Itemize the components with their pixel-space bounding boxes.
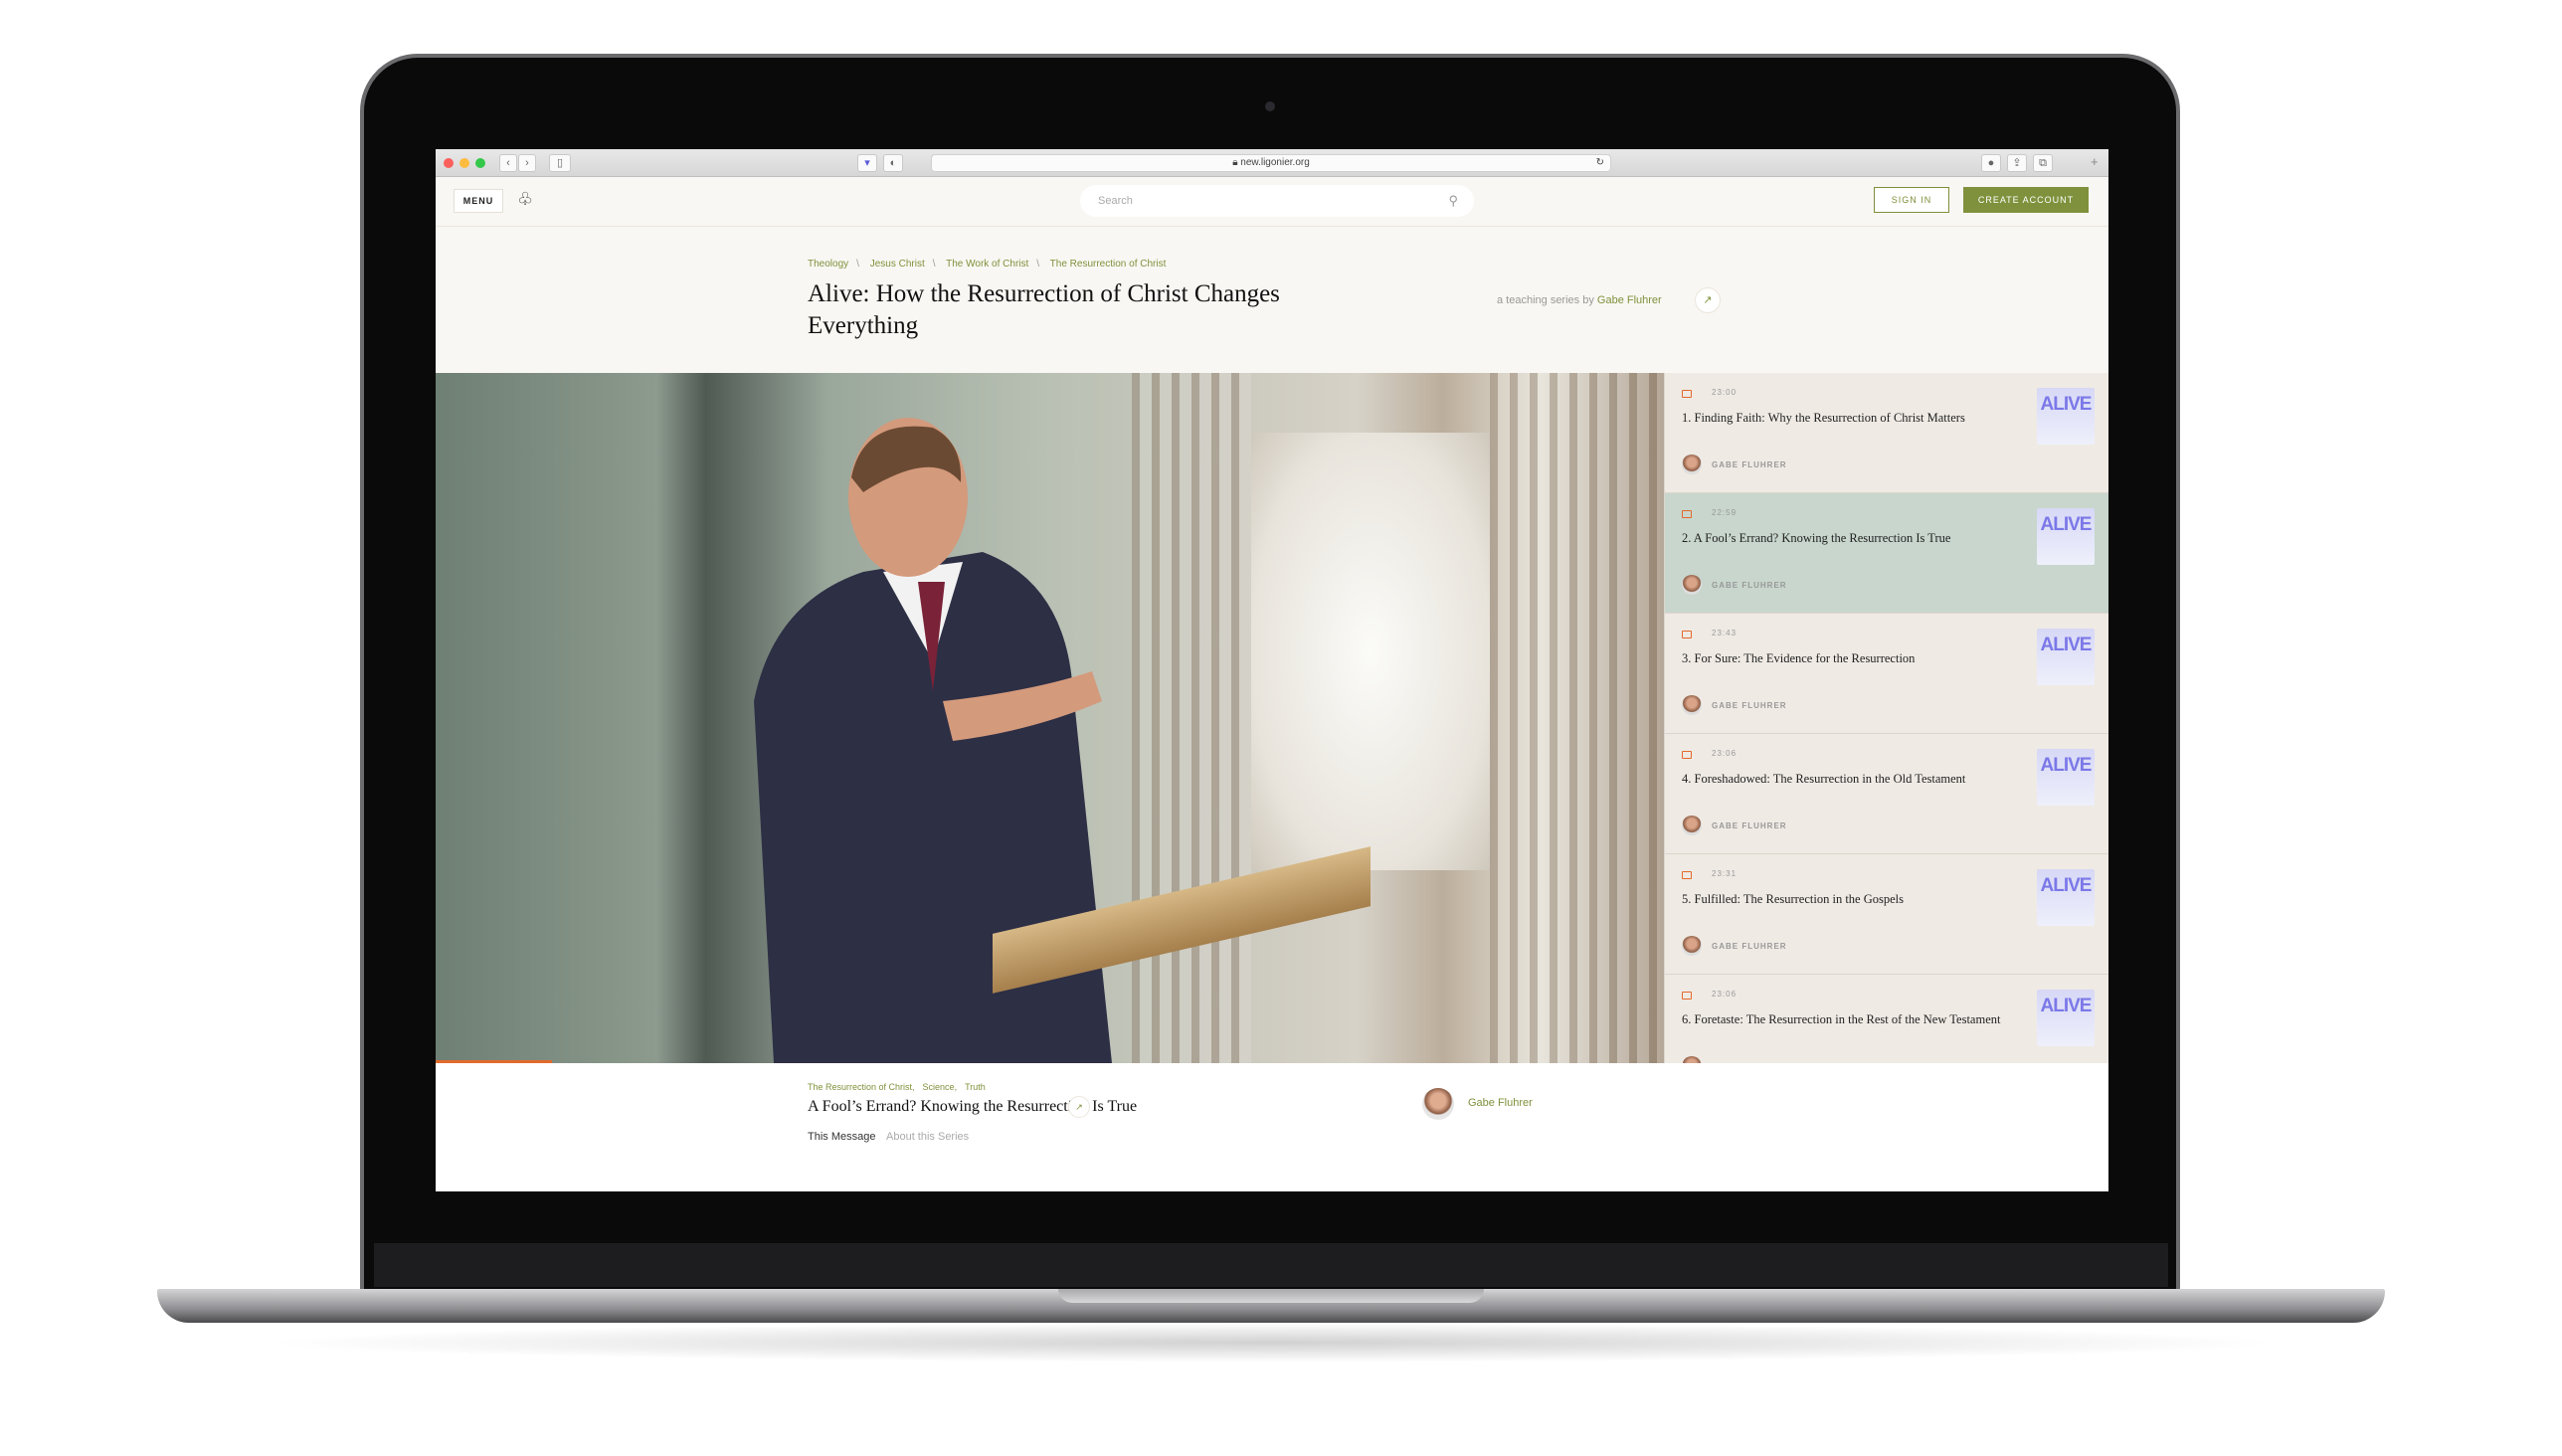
author-name: GABE FLUHRER — [1712, 942, 1787, 951]
lesson-title[interactable]: 3. For Sure: The Evidence for the Resurr… — [1682, 649, 2020, 667]
tag-link[interactable]: Science, — [923, 1082, 958, 1092]
forward-icon[interactable]: › — [518, 154, 536, 172]
browser-toolbar: ‹ › ▯ ▾ ◐ 🔒︎ new.ligonier.org ↻ ● ⇪ ⧉ + — [436, 149, 2108, 177]
site-header: MENU ♧ Search ⚲ SIGN IN CREATE ACCOUNT — [436, 177, 2108, 227]
breadcrumb-separator: \ — [1036, 259, 1040, 270]
breadcrumb-link[interactable]: Jesus Christ — [870, 259, 925, 270]
lesson-title[interactable]: 1. Finding Faith: Why the Resurrection o… — [1682, 409, 2020, 427]
laptop-chin — [374, 1243, 2168, 1287]
external-link-icon[interactable]: ↗ — [1695, 287, 1721, 313]
author-avatar — [1682, 936, 1702, 956]
share-icon[interactable]: ⇪ — [2007, 154, 2027, 172]
author-avatar — [1682, 455, 1702, 474]
duration: 22:59 — [1712, 508, 1738, 517]
back-icon[interactable]: ‹ — [499, 154, 517, 172]
video-icon — [1682, 751, 1692, 759]
video-icon — [1682, 510, 1692, 518]
speaker-name-link[interactable]: Gabe Fluhrer — [1468, 1097, 1533, 1109]
playlist-item[interactable]: 23:31 5. Fulfilled: The Resurrection in … — [1665, 854, 2108, 975]
video-icon — [1682, 390, 1692, 398]
new-tab-icon[interactable]: + — [2091, 154, 2099, 169]
zoom-window-button[interactable] — [475, 158, 485, 168]
lesson-thumbnail[interactable]: ALIVE — [2037, 749, 2095, 806]
lesson-title[interactable]: 4. Foreshadowed: The Resurrection in the… — [1682, 770, 2020, 788]
author-name: GABE FLUHRER — [1712, 701, 1787, 710]
breadcrumb-separator: \ — [856, 259, 859, 270]
lesson-thumbnail[interactable]: ALIVE — [2037, 990, 2095, 1046]
lesson-title[interactable]: 2. A Fool’s Errand? Knowing the Resurrec… — [1682, 529, 2020, 547]
create-account-button[interactable]: CREATE ACCOUNT — [1963, 187, 2089, 213]
message-tags: The Resurrection of Christ, Science, Truth — [808, 1082, 994, 1092]
lesson-thumbnail[interactable]: ALIVE — [2037, 388, 2095, 445]
video-icon — [1682, 871, 1692, 879]
search-placeholder: Search — [1098, 195, 1133, 207]
author-avatar — [1682, 695, 1702, 715]
tab-this-message[interactable]: This Message — [808, 1131, 875, 1143]
author-name: GABE FLUHRER — [1712, 581, 1787, 590]
breadcrumb: Theology \ Jesus Christ \ The Work of Chri… — [808, 259, 1166, 270]
byline-prefix: a teaching series by — [1497, 294, 1594, 306]
speaker-avatar[interactable] — [1422, 1088, 1454, 1120]
sidebar-icon[interactable]: ▯ — [549, 154, 571, 172]
lesson-title[interactable]: 6. Foretaste: The Resurrection in the Re… — [1682, 1010, 2020, 1028]
ligonier-logo-icon[interactable]: ♧ — [517, 189, 533, 210]
duration: 23:06 — [1712, 749, 1738, 758]
browser-window: ‹ › ▯ ▾ ◐ 🔒︎ new.ligonier.org ↻ ● ⇪ ⧉ + M… — [436, 149, 2108, 1191]
url-text: new.ligonier.org — [1240, 157, 1310, 168]
search-icon[interactable]: ⚲ — [1448, 185, 1458, 217]
menu-button[interactable]: MENU — [454, 189, 503, 213]
author-avatar — [1682, 1056, 1702, 1063]
laptop-notch — [1058, 1289, 1484, 1303]
tab-about-series[interactable]: About this Series — [886, 1131, 969, 1143]
playlist-item[interactable]: 23:43 3. For Sure: The Evidence for the … — [1665, 614, 2108, 734]
breadcrumb-link[interactable]: The Resurrection of Christ — [1050, 259, 1167, 270]
lesson-thumbnail[interactable]: ALIVE — [2037, 629, 2095, 685]
playlist-sidebar: 23:00 1. Finding Faith: Why the Resurrec… — [1664, 373, 2108, 1063]
curtain — [1132, 373, 1251, 1063]
playlist-item[interactable]: 23:06 4. Foreshadowed: The Resurrection … — [1665, 734, 2108, 854]
download-icon[interactable]: ● — [1981, 154, 2001, 172]
lesson-title[interactable]: 5. Fulfilled: The Resurrection in the Go… — [1682, 890, 2020, 908]
playlist-item[interactable]: 22:59 2. A Fool’s Errand? Knowing the Re… — [1665, 493, 2108, 614]
playlist-item[interactable]: 23:00 1. Finding Faith: Why the Resurrec… — [1665, 373, 2108, 493]
privacy-icon[interactable]: ◐ — [883, 154, 903, 172]
author-avatar — [1682, 575, 1702, 595]
search-input[interactable]: Search ⚲ — [1080, 185, 1474, 217]
breadcrumb-separator: \ — [932, 259, 936, 270]
lesson-thumbnail[interactable]: ALIVE — [2037, 508, 2095, 565]
external-link-icon[interactable]: ↗ — [1068, 1096, 1090, 1118]
author-name: GABE FLUHRER — [1712, 821, 1787, 830]
video-icon — [1682, 992, 1692, 1000]
duration: 23:43 — [1712, 629, 1738, 637]
window — [1251, 433, 1490, 870]
duration: 23:00 — [1712, 388, 1738, 397]
author-name: GABE FLUHRER — [1712, 460, 1787, 469]
page-title: Alive: How the Resurrection of Christ Ch… — [808, 280, 1280, 339]
author-avatar — [1682, 816, 1702, 835]
lesson-thumbnail[interactable]: ALIVE — [2037, 869, 2095, 926]
laptop-shadow — [259, 1323, 2288, 1363]
address-bar[interactable]: 🔒︎ new.ligonier.org ↻ — [931, 154, 1611, 172]
minimize-window-button[interactable] — [459, 158, 469, 168]
breadcrumb-link[interactable]: The Work of Christ — [946, 259, 1028, 270]
message-details: The Resurrection of Christ, Science, Truth… — [436, 1063, 2108, 1191]
playlist-item[interactable]: 23:06 6. Foretaste: The Resurrection in … — [1665, 975, 2108, 1063]
reload-icon[interactable]: ↻ — [1596, 155, 1604, 171]
video-icon — [1682, 631, 1692, 638]
breadcrumb-link[interactable]: Theology — [808, 259, 848, 270]
tabs-icon[interactable]: ⧉ — [2033, 154, 2053, 172]
duration: 23:06 — [1712, 990, 1738, 999]
video-player[interactable] — [436, 373, 1664, 1063]
pocket-icon[interactable]: ▾ — [857, 154, 877, 172]
tag-link[interactable]: The Resurrection of Christ, — [808, 1082, 915, 1092]
sign-in-button[interactable]: SIGN IN — [1874, 187, 1949, 213]
curtain — [1490, 373, 1664, 1063]
close-window-button[interactable] — [444, 158, 454, 168]
duration: 23:31 — [1712, 869, 1738, 878]
camera — [1265, 101, 1275, 111]
series-byline: a teaching series by Gabe Fluhrer — [1497, 294, 1662, 306]
series-author-link[interactable]: Gabe Fluhrer — [1597, 294, 1662, 306]
tag-link[interactable]: Truth — [965, 1082, 986, 1092]
